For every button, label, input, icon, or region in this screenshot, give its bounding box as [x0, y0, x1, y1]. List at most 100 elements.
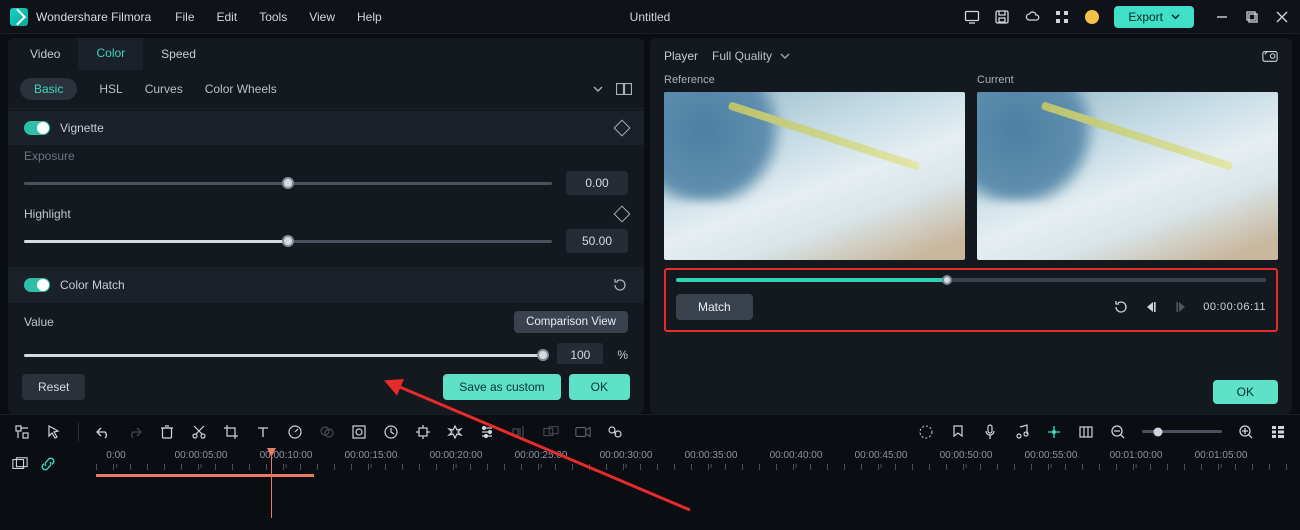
zoom-slider[interactable] — [1142, 430, 1222, 433]
value-slider[interactable] — [24, 354, 543, 357]
link-icon[interactable] — [40, 456, 56, 472]
vignette-toggle[interactable] — [24, 121, 50, 135]
menu-edit[interactable]: Edit — [217, 10, 238, 24]
snap-icon[interactable] — [1078, 424, 1094, 440]
reset-icon[interactable] — [612, 277, 628, 293]
voiceover-icon[interactable] — [982, 424, 998, 440]
keyframe-icon[interactable] — [614, 120, 631, 137]
subtab-colorwheels[interactable]: Color Wheels — [205, 82, 277, 96]
timeline-ruler-area[interactable]: 0:0000:00:05:0000:00:10:0000:00:15:0000:… — [96, 448, 1300, 524]
color-subtabs: Basic HSL Curves Color Wheels — [8, 70, 644, 109]
timecode: 00:00:06:11 — [1203, 301, 1266, 313]
compare-layout-icon[interactable] — [616, 81, 632, 97]
playback-slider[interactable] — [676, 278, 1266, 282]
ok-button[interactable]: OK — [569, 374, 630, 400]
quality-select[interactable]: Full Quality — [712, 49, 790, 63]
save-icon[interactable] — [994, 9, 1010, 25]
effects-icon[interactable] — [447, 424, 463, 440]
exposure-slider[interactable] — [24, 182, 552, 185]
reference-preview — [664, 92, 965, 260]
text-icon[interactable] — [255, 424, 271, 440]
marker-icon[interactable] — [950, 424, 966, 440]
crop-icon[interactable] — [223, 424, 239, 440]
group-icon[interactable] — [543, 424, 559, 440]
chevron-down-icon[interactable] — [590, 81, 606, 97]
inspector-tabs: Video Color Speed — [8, 38, 644, 70]
comparison-view-button[interactable]: Comparison View — [514, 311, 628, 333]
current-preview — [977, 92, 1278, 260]
subtab-basic[interactable]: Basic — [20, 78, 77, 100]
tab-color[interactable]: Color — [78, 38, 143, 70]
render-icon[interactable] — [1046, 424, 1062, 440]
window-maximize-icon[interactable] — [1244, 9, 1260, 25]
chevron-down-icon — [1171, 12, 1180, 21]
player-ok-button[interactable]: OK — [1213, 380, 1278, 404]
audio-sep-icon[interactable] — [511, 424, 527, 440]
save-as-custom-button[interactable]: Save as custom — [443, 374, 560, 400]
cloud-icon[interactable] — [1024, 9, 1040, 25]
reference-label: Reference — [664, 74, 965, 86]
menu-view[interactable]: View — [309, 10, 335, 24]
tab-video[interactable]: Video — [12, 39, 78, 69]
ruler-mark: 00:00:05:00 — [175, 450, 228, 461]
monitor-icon[interactable] — [964, 9, 980, 25]
highlight-label: Highlight — [24, 207, 71, 221]
track-add-icon[interactable] — [12, 456, 28, 472]
rewind-icon[interactable] — [1113, 299, 1129, 315]
redo-icon[interactable] — [127, 424, 143, 440]
exposure-value[interactable]: 0.00 — [566, 171, 628, 195]
ruler-mark: 00:00:20:00 — [430, 450, 483, 461]
step-back-icon[interactable] — [1143, 299, 1159, 315]
snapshot-icon[interactable] — [1262, 48, 1278, 64]
export-button[interactable]: Export — [1114, 6, 1194, 28]
document-title: Untitled — [630, 10, 671, 24]
player-label: Player — [664, 49, 698, 63]
record-icon[interactable] — [575, 424, 591, 440]
section-vignette[interactable]: Vignette — [8, 111, 644, 145]
keyframe-tool-icon[interactable] — [383, 424, 399, 440]
colormatch-toggle[interactable] — [24, 278, 50, 292]
mixer-icon[interactable] — [607, 424, 623, 440]
timeline-options-icon[interactable] — [1270, 424, 1286, 440]
zoom-out-icon[interactable] — [1110, 424, 1126, 440]
playhead[interactable] — [271, 448, 272, 518]
account-avatar-icon[interactable] — [1084, 9, 1100, 25]
zoom-in-icon[interactable] — [1238, 424, 1254, 440]
match-button[interactable]: Match — [676, 294, 753, 320]
menu-file[interactable]: File — [175, 10, 194, 24]
music-icon[interactable] — [1014, 424, 1030, 440]
select-tool-icon[interactable] — [14, 424, 30, 440]
quality-value: Full Quality — [712, 49, 772, 63]
menu-tools[interactable]: Tools — [259, 10, 287, 24]
adjust-icon[interactable] — [479, 424, 495, 440]
reset-button[interactable]: Reset — [22, 374, 85, 400]
tab-speed[interactable]: Speed — [143, 39, 214, 69]
section-colormatch[interactable]: Color Match — [8, 267, 644, 303]
vignette-label: Vignette — [60, 121, 104, 135]
color-icon[interactable] — [319, 424, 335, 440]
apps-icon[interactable] — [1054, 9, 1070, 25]
timeline: 0:0000:00:05:0000:00:10:0000:00:15:0000:… — [0, 448, 1300, 524]
cut-icon[interactable] — [191, 424, 207, 440]
keyframe-icon[interactable] — [614, 206, 631, 223]
step-forward-icon[interactable] — [1173, 299, 1189, 315]
highlight-value[interactable]: 50.00 — [566, 229, 628, 253]
timeline-clip[interactable] — [96, 474, 314, 477]
subtab-curves[interactable]: Curves — [145, 82, 183, 96]
undo-icon[interactable] — [95, 424, 111, 440]
player-panel: Player Full Quality Reference Current Ma — [650, 38, 1292, 414]
window-minimize-icon[interactable] — [1214, 9, 1230, 25]
value-number[interactable]: 100 — [557, 343, 603, 364]
chevron-down-icon — [780, 51, 790, 61]
main-menu: File Edit Tools View Help — [175, 10, 382, 24]
pointer-tool-icon[interactable] — [46, 424, 62, 440]
delete-icon[interactable] — [159, 424, 175, 440]
speed-icon[interactable] — [287, 424, 303, 440]
window-close-icon[interactable] — [1274, 9, 1290, 25]
marker-list-icon[interactable] — [918, 424, 934, 440]
menu-help[interactable]: Help — [357, 10, 382, 24]
subtab-hsl[interactable]: HSL — [99, 82, 122, 96]
highlight-slider[interactable] — [24, 240, 552, 243]
tracking-icon[interactable] — [415, 424, 431, 440]
mask-icon[interactable] — [351, 424, 367, 440]
